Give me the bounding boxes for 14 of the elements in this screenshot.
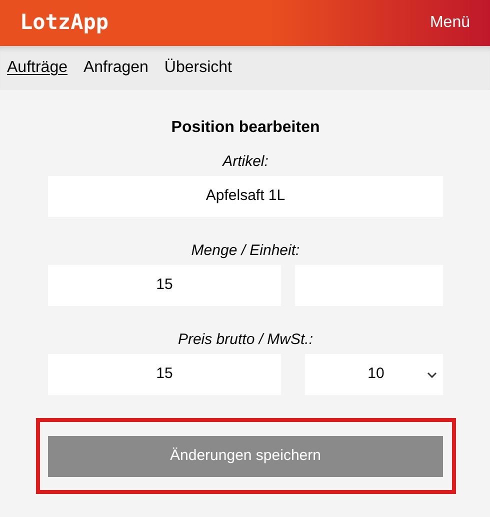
- field-label: Preis brutto / MwSt.:: [178, 330, 314, 350]
- select-field[interactable]: 10: [305, 354, 443, 395]
- field-label: Menge / Einheit:: [191, 241, 300, 261]
- app-logo: LotzApp: [20, 9, 109, 36]
- nav-tab[interactable]: Aufträge: [7, 56, 68, 80]
- input-field[interactable]: 15: [48, 354, 281, 395]
- nav-tab[interactable]: Anfragen: [83, 56, 148, 80]
- field-label: Artikel:: [222, 152, 268, 172]
- form-title: Position bearbeiten: [171, 118, 320, 138]
- menu-button[interactable]: Menü: [430, 11, 470, 35]
- input-field[interactable]: 15: [48, 265, 281, 306]
- input-field[interactable]: Apfelsaft 1L: [48, 176, 443, 217]
- chevron-down-icon: [427, 372, 437, 378]
- nav-tab[interactable]: Übersicht: [164, 56, 232, 80]
